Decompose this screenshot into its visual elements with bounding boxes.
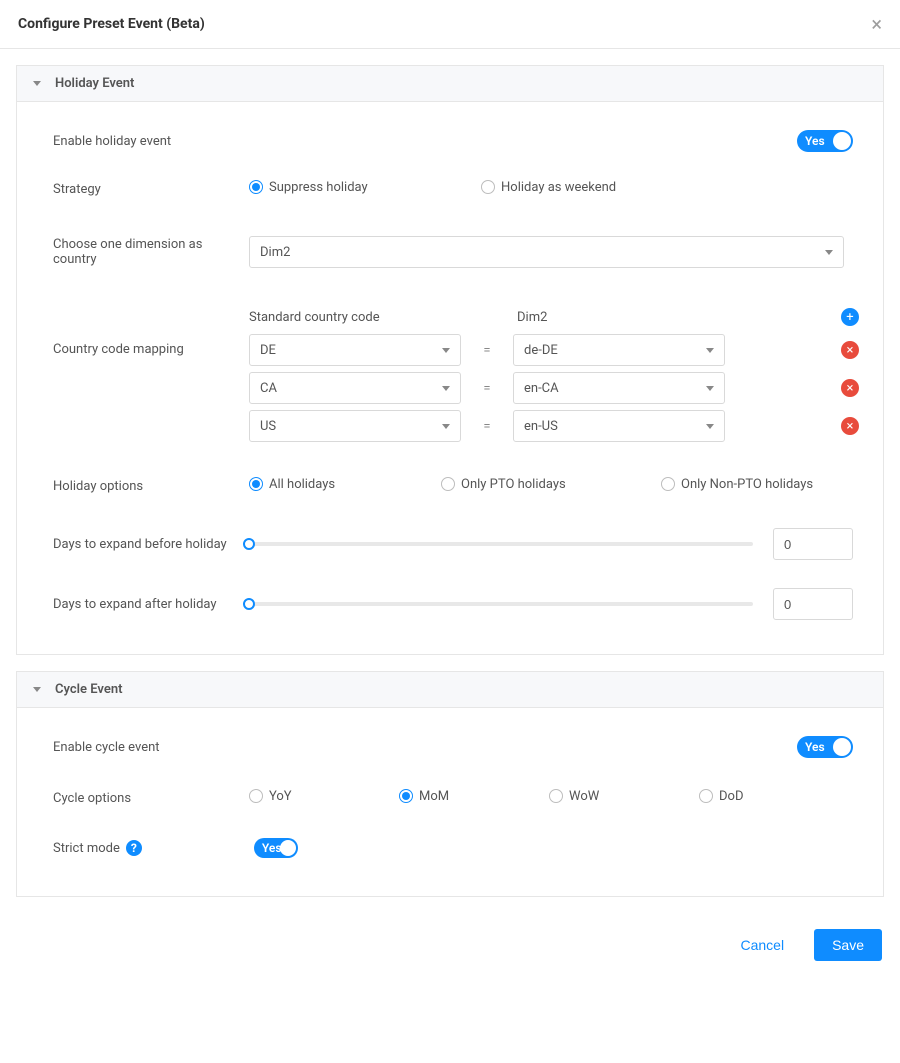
holiday-event-section: Holiday Event Enable holiday event Yes S…: [16, 65, 884, 655]
toggle-state-text: Yes: [805, 740, 825, 754]
enable-holiday-label: Enable holiday event: [53, 134, 249, 149]
strategy-suppress-radio[interactable]: Suppress holiday: [249, 180, 368, 195]
enable-holiday-toggle[interactable]: Yes: [797, 130, 853, 152]
help-icon[interactable]: ?: [126, 840, 142, 856]
equals-icon: =: [479, 381, 495, 396]
strategy-suppress-label: Suppress holiday: [269, 180, 368, 195]
chevron-down-icon: [33, 81, 41, 86]
dimension-select[interactable]: Dim2: [249, 236, 844, 268]
cancel-button[interactable]: Cancel: [722, 929, 802, 961]
chevron-down-icon: [706, 348, 714, 353]
cycle-section-title: Cycle Event: [55, 682, 122, 697]
days-before-slider[interactable]: [249, 542, 753, 546]
cycle-section-header[interactable]: Cycle Event: [17, 672, 883, 708]
strict-mode-toggle[interactable]: Yes: [254, 838, 298, 858]
dimension-value: Dim2: [260, 245, 290, 260]
mapping-value-select[interactable]: de-DE: [513, 334, 725, 366]
cycle-opt-mom-radio[interactable]: MoM: [399, 789, 449, 804]
cycle-opt-mom-label: MoM: [419, 789, 449, 804]
dimension-label: Choose one dimension as country: [53, 237, 249, 267]
slider-thumb[interactable]: [243, 598, 255, 610]
holiday-opt-all-radio[interactable]: All holidays: [249, 477, 335, 492]
chevron-down-icon: [442, 386, 450, 391]
add-mapping-icon[interactable]: +: [841, 308, 859, 326]
mapping-value-text: de-DE: [524, 343, 558, 358]
holiday-opt-pto-radio[interactable]: Only PTO holidays: [441, 477, 566, 492]
cycle-opt-dod-radio[interactable]: DoD: [699, 789, 743, 804]
days-after-input[interactable]: [773, 588, 853, 620]
chevron-down-icon: [33, 687, 41, 692]
mapping-col-code: Standard country code: [249, 310, 461, 325]
chevron-down-icon: [825, 250, 833, 255]
equals-icon: =: [479, 343, 495, 358]
holiday-options-label: Holiday options: [53, 479, 249, 494]
cycle-opt-yoy-radio[interactable]: YoY: [249, 789, 292, 804]
mapping-code-select[interactable]: CA: [249, 372, 461, 404]
mapping-label: Country code mapping: [53, 300, 249, 357]
holiday-opt-nonpto-label: Only Non-PTO holidays: [681, 477, 813, 492]
mapping-code-select[interactable]: DE: [249, 334, 461, 366]
cycle-opt-wow-radio[interactable]: WoW: [549, 789, 599, 804]
days-after-label: Days to expand after holiday: [53, 597, 249, 612]
toggle-state-text: Yes: [805, 134, 825, 148]
chevron-down-icon: [706, 424, 714, 429]
mapping-code-value: CA: [260, 381, 277, 396]
save-button[interactable]: Save: [814, 929, 882, 961]
cycle-options-label: Cycle options: [53, 791, 249, 806]
mapping-code-value: US: [260, 419, 276, 434]
holiday-section-header[interactable]: Holiday Event: [17, 66, 883, 102]
toggle-state-text: Yes: [262, 841, 282, 855]
close-icon[interactable]: ×: [871, 14, 882, 34]
mapping-code-value: DE: [260, 343, 276, 358]
cycle-event-section: Cycle Event Enable cycle event Yes Cycle…: [16, 671, 884, 897]
mapping-value-select[interactable]: en-CA: [513, 372, 725, 404]
holiday-section-title: Holiday Event: [55, 76, 134, 91]
mapping-value-text: en-CA: [524, 381, 559, 396]
chevron-down-icon: [442, 424, 450, 429]
strategy-weekend-radio[interactable]: Holiday as weekend: [481, 180, 616, 195]
mapping-value-text: en-US: [524, 419, 558, 434]
equals-icon: =: [479, 419, 495, 434]
holiday-opt-pto-label: Only PTO holidays: [461, 477, 566, 492]
chevron-down-icon: [442, 348, 450, 353]
enable-cycle-toggle[interactable]: Yes: [797, 736, 853, 758]
days-before-input[interactable]: [773, 528, 853, 560]
cycle-opt-dod-label: DoD: [719, 789, 743, 804]
strategy-label: Strategy: [53, 182, 249, 197]
strict-mode-label: Strict mode: [53, 841, 120, 856]
days-before-label: Days to expand before holiday: [53, 537, 249, 552]
mapping-code-select[interactable]: US: [249, 410, 461, 442]
delete-mapping-icon[interactable]: ×: [841, 417, 859, 435]
mapping-col-value: Dim2: [517, 310, 729, 325]
mapping-value-select[interactable]: en-US: [513, 410, 725, 442]
slider-thumb[interactable]: [243, 538, 255, 550]
delete-mapping-icon[interactable]: ×: [841, 341, 859, 359]
cycle-opt-wow-label: WoW: [569, 789, 599, 804]
modal-title: Configure Preset Event (Beta): [18, 16, 205, 32]
enable-cycle-label: Enable cycle event: [53, 740, 249, 755]
delete-mapping-icon[interactable]: ×: [841, 379, 859, 397]
holiday-opt-all-label: All holidays: [269, 477, 335, 492]
days-after-slider[interactable]: [249, 602, 753, 606]
holiday-opt-nonpto-radio[interactable]: Only Non-PTO holidays: [661, 477, 813, 492]
chevron-down-icon: [706, 386, 714, 391]
strategy-weekend-label: Holiday as weekend: [501, 180, 616, 195]
cycle-opt-yoy-label: YoY: [269, 789, 292, 804]
